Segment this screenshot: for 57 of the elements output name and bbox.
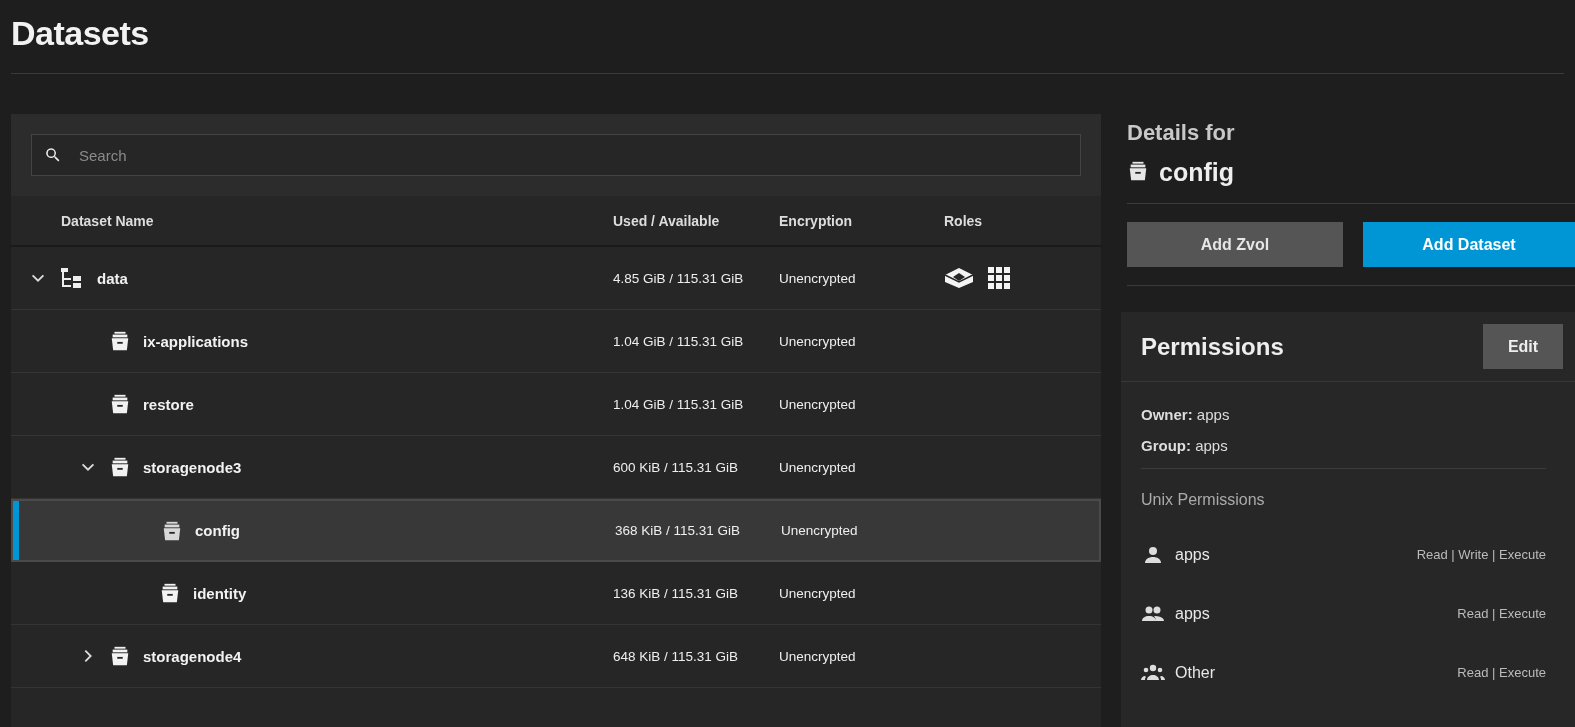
usage-text: 4.85 GiB / 115.31 GiB — [613, 270, 744, 286]
usage-text: 1.04 GiB / 115.31 GiB — [613, 396, 744, 412]
archive-icon — [109, 456, 131, 478]
section-label: Unix Permissions — [1141, 491, 1266, 509]
card-title: Permissions — [1141, 332, 1284, 361]
encryption-text: Unencrypted — [779, 459, 856, 475]
encryption-text: Unencrypted — [779, 585, 856, 601]
usage-text: 648 KiB / 115.31 GiB — [613, 648, 739, 664]
permission-name: apps — [1175, 604, 1211, 623]
table-row[interactable]: restore 1.04 GiB / 115.31 GiB Unencrypted — [11, 373, 1101, 436]
table-row[interactable]: config 368 KiB / 115.31 GiB Unencrypted — [11, 499, 1101, 562]
column-header: Roles — [944, 212, 984, 229]
add-zvol-button[interactable]: Add Zvol — [1127, 222, 1343, 267]
encryption-text: Unencrypted — [779, 270, 856, 286]
access-text: Read | Execute — [1457, 665, 1546, 680]
box-icon — [944, 267, 974, 289]
access-text: Read | Execute — [1457, 606, 1546, 621]
edit-button[interactable]: Edit — [1483, 324, 1563, 369]
encryption-text: Unencrypted — [779, 396, 856, 412]
encryption-text: Unencrypted — [781, 523, 858, 538]
group-text: Group: apps — [1141, 437, 1229, 454]
column-header: Used / Available — [613, 212, 721, 229]
dataset-name: storagenode3 — [143, 458, 242, 476]
table-row[interactable]: ix-applications 1.04 GiB / 115.31 GiB Unencrypted — [11, 310, 1101, 373]
column-header: Dataset Name — [60, 212, 155, 229]
permission-name: apps — [1175, 545, 1211, 564]
page-title: Datasets — [11, 0, 1564, 74]
archive-icon — [109, 393, 131, 415]
archive-icon — [1127, 159, 1149, 182]
table-row[interactable]: identity 136 KiB / 115.31 GiB Unencrypted — [11, 562, 1101, 625]
owner-text: Owner: apps — [1141, 406, 1231, 423]
dataset-name: storagenode4 — [143, 647, 242, 665]
dataset-name: restore — [143, 395, 194, 413]
encryption-text: Unencrypted — [779, 648, 856, 664]
search-field[interactable]: Search — [31, 134, 1081, 176]
usage-text: 1.04 GiB / 115.31 GiB — [613, 333, 744, 349]
grid-icon — [988, 267, 1010, 289]
archive-icon — [159, 582, 181, 604]
search-icon — [44, 146, 62, 164]
dataset-title: config — [1159, 158, 1234, 187]
table-row[interactable]: storagenode4 648 KiB / 115.31 GiB Unencrypted — [11, 625, 1101, 688]
table-row[interactable]: data 4.85 GiB / 115.31 GiB Unencrypted — [11, 247, 1101, 310]
dataset-name: identity — [193, 584, 247, 602]
details-heading: Details for — [1127, 120, 1236, 146]
access-text: Read | Write | Execute — [1416, 547, 1546, 562]
column-header: Encryption — [779, 212, 854, 229]
archive-icon — [109, 645, 131, 667]
usage-text: 136 KiB / 115.31 GiB — [613, 585, 739, 601]
archive-icon — [109, 330, 131, 352]
archive-icon — [161, 519, 183, 542]
usage-text: 600 KiB / 115.31 GiB — [613, 459, 739, 475]
permission-name: Other — [1175, 663, 1216, 682]
dataset-name: config — [195, 522, 240, 539]
dataset-name: data — [97, 269, 128, 287]
usage-text: 368 KiB / 115.31 GiB — [615, 523, 741, 538]
dataset-name: ix-applications — [143, 332, 249, 350]
encryption-text: Unencrypted — [779, 333, 856, 349]
